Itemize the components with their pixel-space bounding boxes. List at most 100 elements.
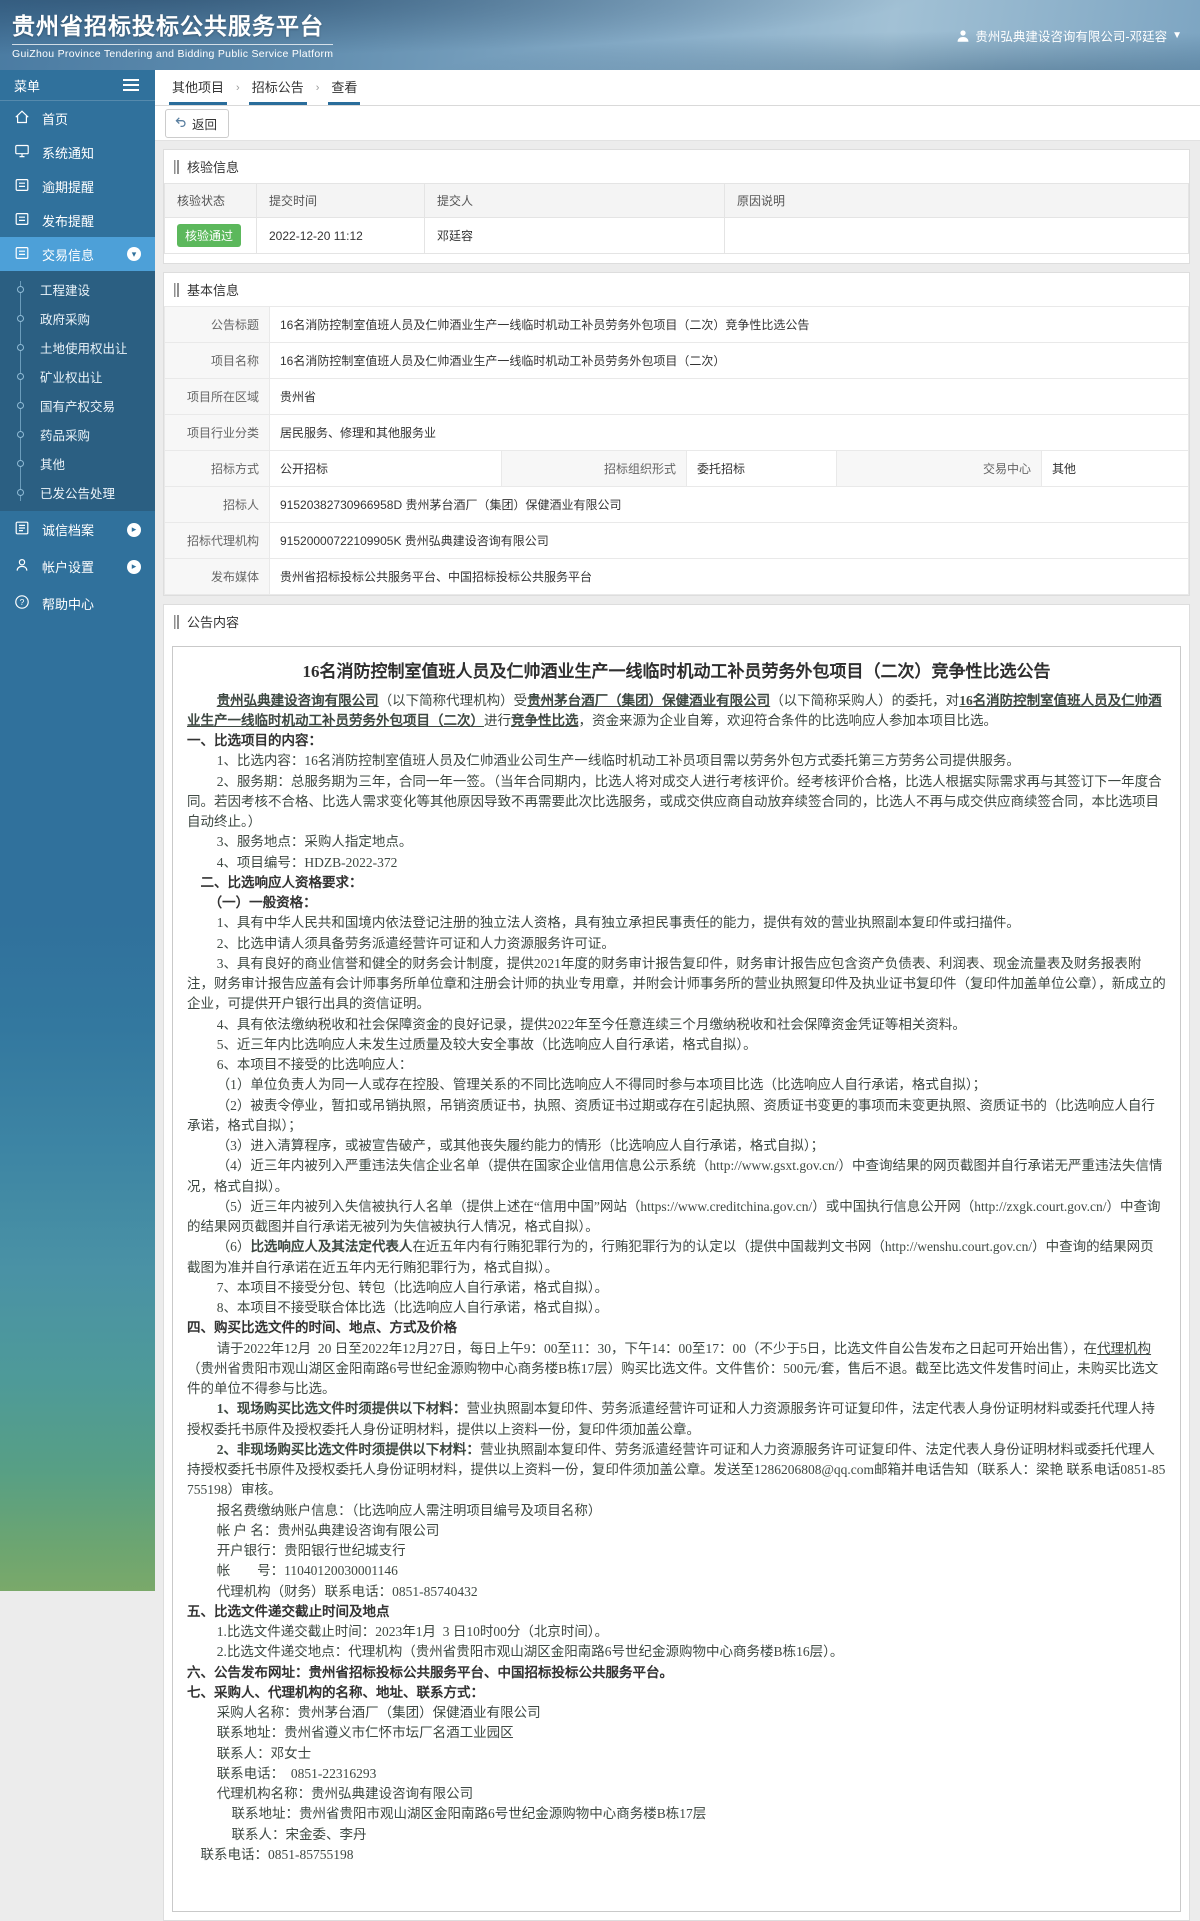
label-agency: 招标代理机构 bbox=[164, 522, 270, 559]
sidebar-item-label: 逾期提醒 bbox=[42, 179, 95, 195]
sidebar-item-overdue-reminder[interactable]: 逾期提醒 bbox=[0, 169, 155, 203]
table-row: 项目名称 16名消防控制室值班人员及仁帅酒业生产一线临时机动工补员劳务外包项目（… bbox=[164, 342, 1189, 379]
value-agency: 91520000722109905K 贵州弘典建设咨询有限公司 bbox=[269, 522, 1189, 559]
section-bar-icon bbox=[174, 614, 179, 629]
list-icon bbox=[14, 520, 30, 539]
value-publish-media: 贵州省招标投标公共服务平台、中国招标投标公共服务平台 bbox=[269, 558, 1189, 595]
chevron-down-icon: ▾ bbox=[127, 247, 141, 261]
verify-section-title: 核验信息 bbox=[187, 160, 240, 175]
status-badge: 核验通过 bbox=[177, 224, 242, 247]
sidebar-item-credit-archive[interactable]: 诚信档案 ▸ bbox=[0, 511, 155, 548]
notice-paragraph: 1.比选文件递交截止时间：2023年1月 3 日10时00分（北京时间）。 bbox=[216, 1624, 609, 1639]
col-submitter: 提交人 bbox=[424, 183, 725, 218]
app-subtitle: GuiZhou Province Tendering and Bidding P… bbox=[12, 44, 334, 60]
table-row: 招标方式 公开招标 招标组织形式 委托招标 交易中心 其他 bbox=[164, 450, 1189, 487]
notice-paragraph: 联系地址：贵州省贵阳市观山湖区金阳南路6号世纪金源购物中心商务楼B栋17层 bbox=[231, 1806, 707, 1822]
table-row: 招标人 91520382730966958D 贵州茅台酒厂（集团）保健酒业有限公… bbox=[164, 486, 1189, 523]
notice-paragraph: 五、比选文件递交截止时间及地点 bbox=[187, 1603, 390, 1619]
label-publish-media: 发布媒体 bbox=[164, 558, 270, 595]
sidebar-item-label: 交易信息 bbox=[42, 247, 95, 263]
verify-header-row: 核验状态 提交时间 提交人 原因说明 bbox=[164, 183, 1189, 218]
sidebar-item-account-settings[interactable]: 帐户设置 ▸ bbox=[0, 548, 155, 585]
notice-paragraph: 联系人：邓女士 bbox=[216, 1745, 312, 1761]
value-project-name: 16名消防控制室值班人员及仁帅酒业生产一线临时机动工补员劳务外包项目（二次） bbox=[269, 342, 1189, 379]
basic-info-table: 公告标题 16名消防控制室值班人员及仁帅酒业生产一线临时机动工补员劳务外包项目（… bbox=[164, 306, 1189, 595]
caret-down-icon: ▼ bbox=[1172, 30, 1182, 41]
label-project-name: 项目名称 bbox=[164, 342, 270, 379]
notice-paragraph: 2、比选申请人须具备劳务派遣经营许可证和人力资源服务许可证。 bbox=[216, 935, 615, 951]
breadcrumb-separator: › bbox=[315, 81, 320, 94]
label-region: 项目所在区域 bbox=[164, 378, 270, 415]
notice-paragraph: 六、公告发布网址：贵州省招标投标公共服务平台、中国招标投标公共服务平台。 bbox=[187, 1664, 673, 1680]
monitor-icon bbox=[14, 143, 30, 162]
notice-paragraph: 4、项目编号：HDZB-2022-372 bbox=[216, 854, 398, 870]
sidebar-item-publish-reminder[interactable]: 发布提醒 bbox=[0, 203, 155, 237]
chevron-right-icon: ▸ bbox=[127, 522, 141, 537]
notice-paragraph: 2.比选文件递交地点：代理机构（贵州省贵阳市观山湖区金阳南路6号世纪金源购物中心… bbox=[216, 1644, 844, 1660]
back-button[interactable]: 返回 bbox=[165, 108, 230, 138]
submenu-item-state-assets[interactable]: 国有产权交易 bbox=[0, 391, 155, 420]
notice-body: 贵州弘典建设咨询有限公司（以下简称代理机构）受贵州茅台酒厂（集团）保健酒业有限公… bbox=[187, 691, 1166, 1866]
sidebar-item-label: 帮助中心 bbox=[42, 597, 95, 612]
col-reason: 原因说明 bbox=[724, 183, 1189, 218]
user-menu[interactable]: 贵州弘典建设咨询有限公司-邓廷容 ▼ bbox=[956, 26, 1182, 45]
submenu-item-land-use[interactable]: 土地使用权出让 bbox=[0, 333, 155, 362]
section-bar-icon bbox=[174, 282, 179, 297]
notice-paragraph: 2、服务期：总服务期为三年，合同一年一签。（当年合同期内，比选人将对成交人进行考… bbox=[187, 773, 1162, 830]
sidebar-item-label: 帐户设置 bbox=[42, 560, 95, 575]
submit-time: 2022-12-20 11:12 bbox=[256, 217, 425, 254]
label-tenderee: 招标人 bbox=[164, 486, 270, 523]
document-icon bbox=[14, 177, 30, 196]
notice-paragraph: 代理机构名称：贵州弘典建设咨询有限公司 bbox=[216, 1786, 474, 1801]
notice-paragraph: 一、比选项目的内容： bbox=[187, 733, 322, 748]
document-icon bbox=[14, 245, 30, 264]
sidebar-item-label: 诚信档案 bbox=[42, 523, 95, 538]
notice-panel-header: 公告内容 bbox=[164, 605, 1189, 638]
notice-paragraph: 2、非现场购买比选文件时须提供以下材料：营业执照副本复印件、劳务派遣经营许可证和… bbox=[187, 1441, 1166, 1498]
notice-paragraph: 联系人：宋金委、李丹 bbox=[231, 1826, 367, 1842]
sidebar-item-help-center[interactable]: ? 帮助中心 bbox=[0, 585, 155, 622]
label-trade-center: 交易中心 bbox=[836, 450, 1042, 487]
user-name: 贵州弘典建设咨询有限公司-邓廷容 bbox=[975, 30, 1168, 44]
notice-paragraph: 7、本项目不接受分包、转包（比选响应人自行承诺，格式自拟）。 bbox=[216, 1279, 609, 1295]
section-bar-icon bbox=[174, 159, 179, 174]
notice-paragraph: 联系地址：贵州省遵义市仁怀市坛厂名酒工业园区 bbox=[216, 1725, 514, 1741]
notice-paragraph: 6、本项目不接受的比选响应人： bbox=[216, 1057, 413, 1072]
sidebar-item-notifications[interactable]: 系统通知 bbox=[0, 135, 155, 169]
notice-paragraph: （1）单位负责人为同一人或存在控股、管理关系的不同比选响应人不得同时参与本项目比… bbox=[216, 1077, 987, 1093]
submenu-item-gov-procurement[interactable]: 政府采购 bbox=[0, 304, 155, 333]
breadcrumb-other-projects[interactable]: 其他项目 bbox=[169, 70, 228, 105]
table-row: 项目行业分类 居民服务、修理和其他服务业 bbox=[164, 414, 1189, 451]
submenu-item-mining-rights[interactable]: 矿业权出让 bbox=[0, 362, 155, 391]
breadcrumb-view[interactable]: 查看 bbox=[328, 70, 361, 105]
breadcrumb-tender-notice[interactable]: 招标公告 bbox=[248, 70, 307, 105]
submenu-item-published-notices[interactable]: 已发公告处理 bbox=[0, 478, 155, 507]
sidebar-item-label: 首页 bbox=[42, 111, 69, 127]
col-verify-status: 核验状态 bbox=[164, 183, 257, 218]
sidebar-item-transaction-info[interactable]: 交易信息 ▾ bbox=[0, 237, 155, 271]
reason bbox=[724, 217, 1189, 254]
value-industry: 居民服务、修理和其他服务业 bbox=[269, 414, 1189, 451]
table-row: 公告标题 16名消防控制室值班人员及仁帅酒业生产一线临时机动工补员劳务外包项目（… bbox=[164, 306, 1189, 343]
notice-paragraph: （4）近三年内被列入严重违法失信企业名单（提供在国家企业信用信息公示系统（htt… bbox=[187, 1158, 1163, 1194]
notice-paragraph: 七、采购人、代理机构的名称、地址、联系方式： bbox=[187, 1684, 484, 1700]
submenu-item-other[interactable]: 其他 bbox=[0, 449, 155, 478]
sidebar-item-home[interactable]: 首页 bbox=[0, 101, 155, 135]
notice-paragraph: （5）近三年内被列入失信被执行人名单（提供上述在“信用中国”网站（https:/… bbox=[187, 1198, 1161, 1234]
sidebar-item-label: 系统通知 bbox=[42, 145, 95, 161]
notice-paragraph: 1、比选内容：16名消防控制室值班人员及仁帅酒业公司生产一线临时机动工补员项目需… bbox=[216, 753, 1020, 769]
notice-paragraph: 请于2022年12月 20 日至2022年12月27日，每日上午9：00至11：… bbox=[187, 1340, 1159, 1397]
notice-paragraph: 联系电话： 0851-22316293 bbox=[216, 1765, 377, 1781]
document-icon bbox=[14, 211, 30, 230]
value-org-form: 委托招标 bbox=[686, 450, 837, 487]
submenu-item-engineering[interactable]: 工程建设 bbox=[0, 275, 155, 304]
app-title: 贵州省招标投标公共服务平台 bbox=[12, 13, 324, 39]
back-icon bbox=[174, 115, 187, 131]
transaction-submenu: 工程建设 政府采购 土地使用权出让 矿业权出让 国有产权交易 药品采购 其他 已… bbox=[0, 271, 155, 511]
breadcrumb: 其他项目 › 招标公告 › 查看 bbox=[155, 70, 1200, 106]
hamburger-icon[interactable] bbox=[121, 77, 141, 93]
submenu-item-drug-procurement[interactable]: 药品采购 bbox=[0, 420, 155, 449]
notice-title: 16名消防控制室值班人员及仁帅酒业生产一线临时机动工补员劳务外包项目（二次）竞争… bbox=[302, 662, 1051, 681]
home-icon bbox=[14, 109, 30, 128]
value-tenderee: 91520382730966958D 贵州茅台酒厂（集团）保健酒业有限公司 bbox=[269, 486, 1189, 523]
